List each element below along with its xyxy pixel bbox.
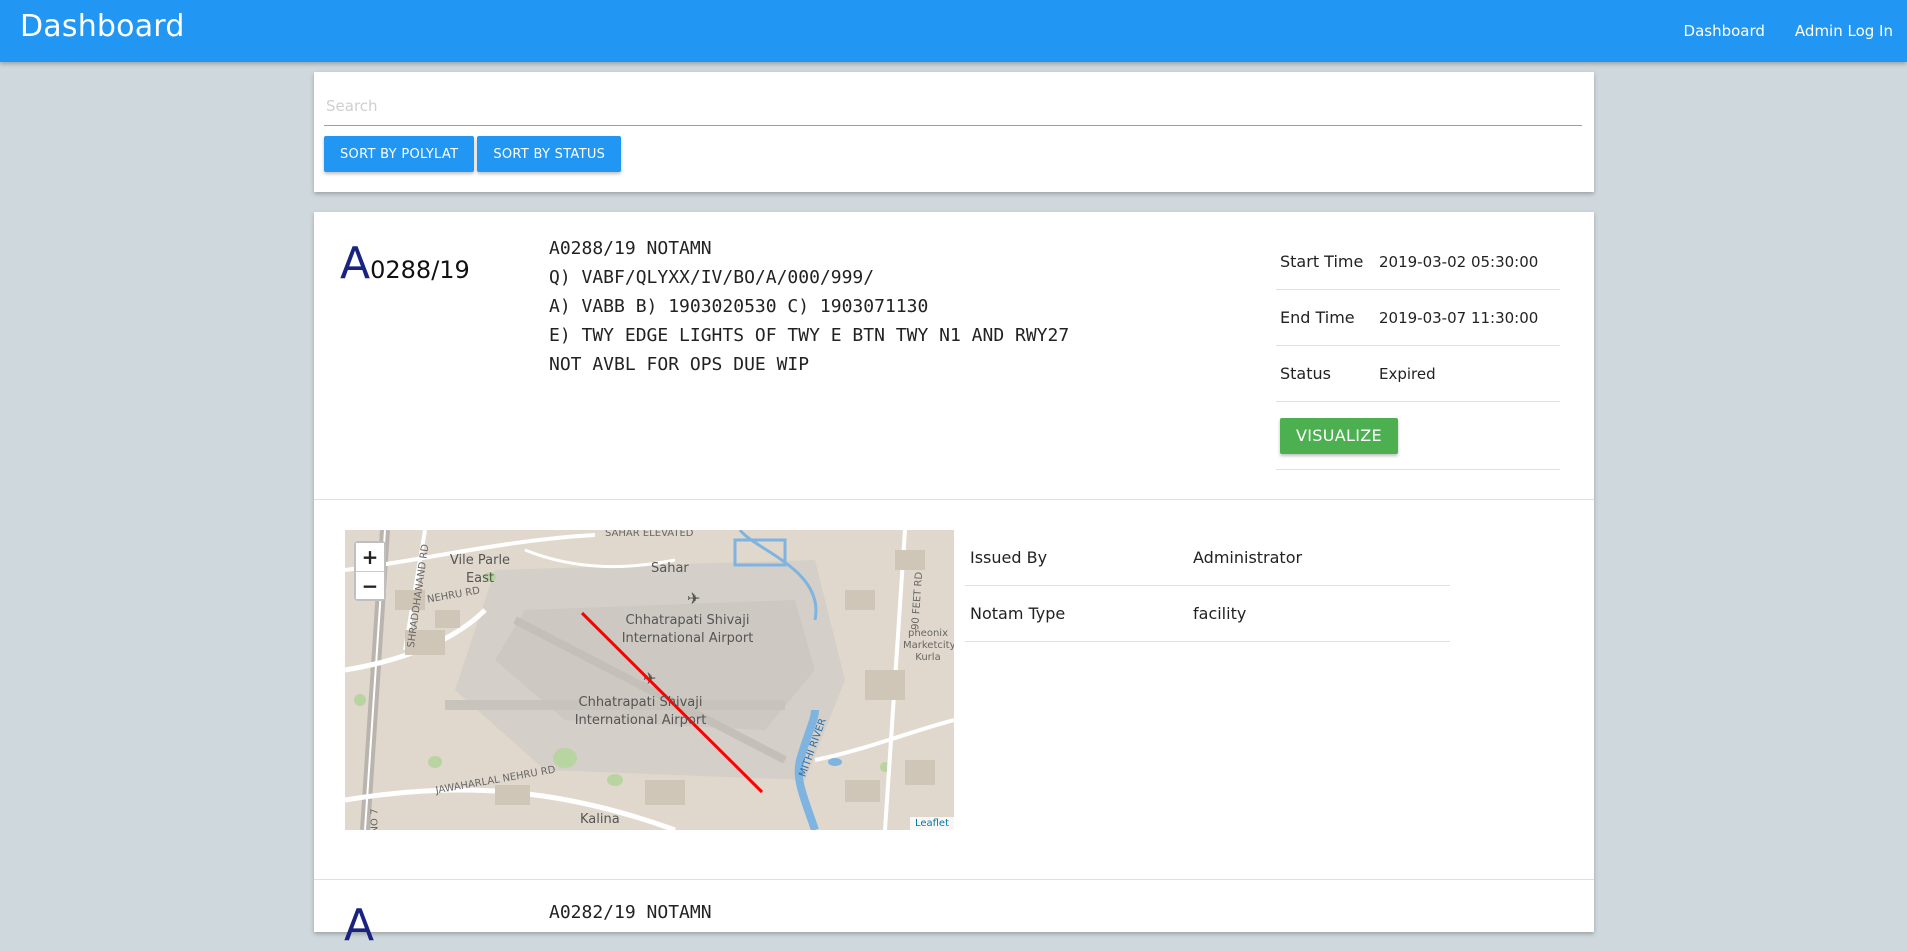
end-time-row: End Time 2019-03-07 11:30:00 <box>1276 290 1560 346</box>
map-label-airport-upper: Chhatrapati Shivaji International Airpor… <box>621 613 754 646</box>
start-time-value: 2019-03-02 05:30:00 <box>1379 252 1539 271</box>
map-label-vile-parle: Vile Parle East <box>449 553 511 586</box>
notam-text-line: Q) VABF/QLYXX/IV/BO/A/000/999/ <box>549 267 875 288</box>
sort-button-row: SORT BY POLYLAT SORT BY STATUS <box>324 136 622 172</box>
issued-by-value: Administrator <box>1193 548 1303 567</box>
notam-text-line: NOT AVBL FOR OPS DUE WIP <box>549 354 810 375</box>
visualize-row: VISUALIZE <box>1276 402 1560 470</box>
map-label-airport-lower: Chhatrapati Shivaji International Airpor… <box>574 695 707 728</box>
notam-text-line: A) VABB B) 1903020530 C) 1903071130 <box>549 296 929 317</box>
nav-dashboard-link[interactable]: Dashboard <box>1684 22 1765 40</box>
app-title[interactable]: Dashboard <box>20 9 185 44</box>
map-label-nh7: NO 7 <box>369 808 381 830</box>
end-time-label: End Time <box>1280 308 1355 327</box>
end-time-value: 2019-03-07 11:30:00 <box>1379 308 1539 327</box>
notam-card: A0288/19 A0288/19 NOTAMN Q) VABF/QLYXX/I… <box>314 212 1594 951</box>
svg-text:✈: ✈ <box>687 589 700 608</box>
notam-type-value: facility <box>1193 604 1247 623</box>
zoom-out-button[interactable]: − <box>356 571 384 599</box>
sort-by-polylat-button[interactable]: SORT BY POLYLAT <box>324 136 475 172</box>
map-attribution-link[interactable]: Leaflet <box>909 817 954 830</box>
status-value: Expired <box>1379 364 1436 383</box>
map-zoom-control: + − <box>354 541 386 601</box>
map-label-sahar: Sahar <box>651 561 689 576</box>
start-time-row: Start Time 2019-03-02 05:30:00 <box>1276 234 1560 290</box>
issued-by-label: Issued By <box>970 548 1048 567</box>
visualize-button[interactable]: VISUALIZE <box>1280 417 1398 454</box>
map-label-pheonix: pheonix Marketcity Kurla <box>903 628 954 663</box>
notam-id-letter: A <box>340 238 371 289</box>
notam-type-row: Notam Type facility <box>965 586 1450 642</box>
notam-text-line: E) TWY EDGE LIGHTS OF TWY E BTN TWY N1 A… <box>549 325 1070 346</box>
card-divider <box>314 879 1594 880</box>
start-time-label: Start Time <box>1280 252 1364 271</box>
zoom-in-button[interactable]: + <box>356 543 384 571</box>
notam-timing-table: Start Time 2019-03-02 05:30:00 End Time … <box>1276 234 1560 470</box>
nav-admin-login-link[interactable]: Admin Log In <box>1795 22 1893 40</box>
issued-by-row: Issued By Administrator <box>965 530 1450 586</box>
map-label-kalina: Kalina <box>580 812 620 827</box>
status-row: Status Expired <box>1276 346 1560 402</box>
notam-meta-table: Issued By Administrator Notam Type facil… <box>965 530 1450 642</box>
notam-map[interactable]: ✈ ✈ SAHAR ELEVATED Vile Parle East Sahar… <box>345 530 954 830</box>
notam-id: A0288/19 <box>340 238 470 289</box>
next-notam-id: A <box>344 900 374 951</box>
notam-id-number: 0288/19 <box>370 256 470 284</box>
next-notam-id-letter: A <box>344 900 375 951</box>
card-divider <box>314 499 1594 500</box>
notam-raw-text: A0288/19 NOTAMN Q) VABF/QLYXX/IV/BO/A/00… <box>549 234 1069 379</box>
status-label: Status <box>1280 364 1331 383</box>
app-bar: Dashboard Dashboard Admin Log In <box>0 0 1907 62</box>
sort-by-status-button[interactable]: SORT BY STATUS <box>477 136 622 172</box>
search-panel: SORT BY POLYLAT SORT BY STATUS <box>314 72 1594 192</box>
notam-type-label: Notam Type <box>970 604 1066 623</box>
top-nav: Dashboard Admin Log In <box>1654 0 1893 62</box>
search-input[interactable] <box>324 86 1582 126</box>
map-label-sahar-elevated: SAHAR ELEVATED <box>605 530 694 539</box>
notam-text-line: A0288/19 NOTAMN <box>549 238 712 259</box>
next-notam-text: A0282/19 NOTAMN <box>549 902 712 923</box>
